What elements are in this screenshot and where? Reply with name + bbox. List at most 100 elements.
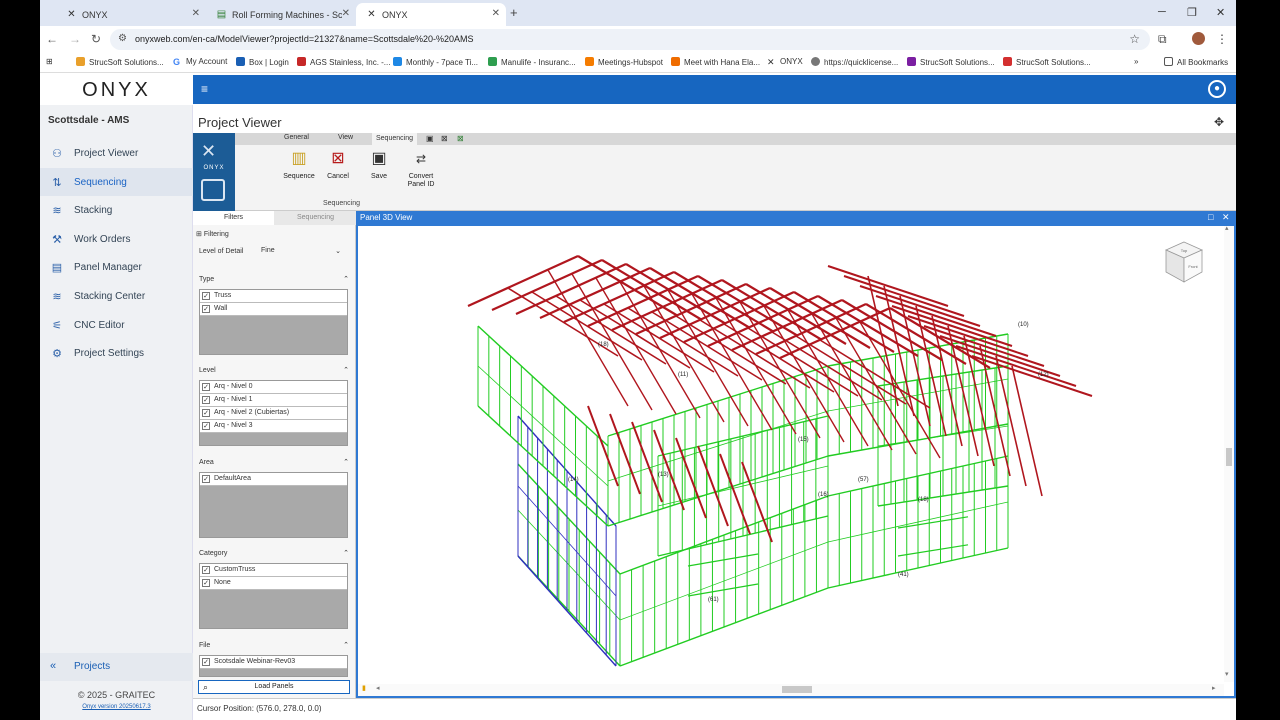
list-item[interactable]: ✓ Arq - Nivel 1 — [200, 394, 347, 407]
bookmark-item[interactable]: StrucSoft Solutions... — [1003, 57, 1091, 67]
ribbon-tab-sequencing[interactable]: Sequencing — [372, 133, 417, 145]
section-type[interactable]: Type ⌃ — [199, 276, 349, 283]
sidebar-item-stacking-center[interactable]: ≋ Stacking Center — [40, 282, 193, 310]
forward-icon[interactable]: → — [69, 32, 81, 46]
bookmark-item[interactable]: ✕ ONYX — [767, 57, 803, 67]
profile-avatar[interactable] — [1192, 32, 1205, 45]
maximize-icon[interactable]: □ — [1208, 212, 1213, 222]
bookmark-item[interactable]: StrucSoft Solutions... — [907, 57, 995, 67]
quick-export-icon[interactable]: ⊠ — [457, 134, 464, 143]
list-item[interactable]: ✓ Arq - Nivel 0 — [200, 381, 347, 394]
section-category[interactable]: Category ⌃ — [199, 550, 349, 557]
bookmark-item[interactable]: Manulife - Insuranc... — [488, 57, 576, 67]
checkbox[interactable]: ✓ — [202, 396, 210, 404]
bookmark-item[interactable]: AGS Stainless, Inc. -... — [297, 57, 390, 67]
checkbox[interactable]: ✓ — [202, 422, 210, 430]
scroll-thumb[interactable] — [1226, 448, 1232, 466]
checkbox[interactable]: ✓ — [202, 579, 210, 587]
user-account-icon[interactable]: ● — [1208, 80, 1226, 98]
bookmark-item[interactable]: G My Account — [173, 57, 227, 67]
apps-grid-icon[interactable]: ⊞ — [46, 57, 53, 66]
version-link[interactable]: Onyx version 20250617.3 — [40, 704, 193, 710]
list-item[interactable]: ✓ Arq - Nivel 2 (Cubiertas) — [200, 407, 347, 420]
checkbox[interactable]: ✓ — [202, 305, 210, 313]
sidebar-item-project-settings[interactable]: ⚙ Project Settings — [40, 339, 193, 367]
sequence-button[interactable]: ▥ Sequence — [281, 149, 317, 180]
reload-icon[interactable]: ↻ — [91, 32, 101, 46]
extensions-icon[interactable]: ⧉ — [1158, 32, 1167, 47]
ribbon-tab-view[interactable]: View — [338, 134, 353, 141]
tab-sequencing[interactable]: Sequencing — [275, 211, 356, 225]
bookmark-item[interactable]: Meetings-Hubspot — [585, 57, 663, 67]
projects-link[interactable]: « Projects — [40, 653, 193, 681]
checkbox[interactable]: ✓ — [202, 292, 210, 300]
vertical-scrollbar[interactable]: ▴ ▾ — [1224, 226, 1234, 682]
convert-panel-id-button[interactable]: ⇄ Convert Panel ID — [401, 149, 441, 189]
sidebar-item-stacking[interactable]: ≋ Stacking — [40, 196, 193, 224]
new-tab-icon[interactable]: + — [510, 5, 518, 20]
ribbon-tab-general[interactable]: General — [284, 134, 309, 141]
section-level[interactable]: Level ⌃ — [199, 367, 349, 374]
bookmark-item[interactable]: Monthly - 7pace Ti... — [393, 57, 478, 67]
lod-select[interactable]: Fine ⌄ — [255, 247, 345, 258]
list-item[interactable]: ✓ DefaultArea — [200, 473, 347, 486]
load-panels-button[interactable]: ⌕ Load Panels — [198, 680, 350, 694]
bookmark-item[interactable]: https://quicklicense... — [811, 57, 898, 67]
close-window-icon[interactable]: ✕ — [1216, 6, 1225, 19]
sidebar-item-cnc-editor[interactable]: ⚟ CNC Editor — [40, 311, 193, 339]
site-info-icon[interactable]: ⚙ — [118, 33, 127, 44]
scroll-down-icon[interactable]: ▾ — [1225, 670, 1229, 678]
view-cube[interactable]: Top Front — [1164, 240, 1204, 284]
menu-kebab-icon[interactable]: ⋮ — [1216, 32, 1228, 46]
sidebar-item-project-viewer[interactable]: ⚇ Project Viewer — [40, 139, 193, 167]
hamburger-menu-icon[interactable]: ≡ — [201, 82, 208, 96]
bookmark-item[interactable]: Meet with Hana Ela... — [671, 57, 760, 67]
list-item[interactable]: ✓ Scotsdale Webinar-Rev03 — [200, 656, 347, 669]
onyx-logo[interactable]: ONYX — [40, 75, 193, 105]
sidebar-item-work-orders[interactable]: ⚒ Work Orders — [40, 225, 193, 253]
url-bar[interactable]: ⚙ onyxweb.com/en-ca/ModelViewer?projectI… — [110, 29, 1150, 50]
quick-save-icon[interactable]: ▣ — [426, 134, 434, 143]
cancel-button[interactable]: ⊠ Cancel — [323, 149, 353, 180]
close-icon[interactable]: ✕ — [492, 8, 500, 19]
minimize-icon[interactable]: ─ — [1158, 6, 1166, 18]
browser-tab-onyx-1[interactable]: ✕ ONYX ✕ — [56, 3, 206, 26]
sidebar-item-sequencing[interactable]: ⇅ Sequencing — [40, 168, 193, 196]
checkbox[interactable]: ✓ — [202, 383, 210, 391]
horizontal-scrollbar[interactable]: ▮ ◂ ▸ — [358, 684, 1224, 696]
checkbox[interactable]: ✓ — [202, 566, 210, 574]
scroll-up-icon[interactable]: ▴ — [1225, 226, 1229, 232]
move-arrows-icon[interactable]: ✥ — [1214, 115, 1224, 129]
list-item[interactable]: ✓ Truss — [200, 290, 347, 303]
scroll-right-icon[interactable]: ▸ — [1212, 684, 1216, 692]
back-icon[interactable]: ← — [46, 32, 58, 46]
scroll-left-icon[interactable]: ◂ — [376, 684, 380, 692]
close-icon[interactable]: ✕ — [342, 8, 350, 19]
bookmark-item[interactable]: StrucSoft Solutions... — [76, 57, 164, 67]
list-item[interactable]: ✓ CustomTruss — [200, 564, 347, 577]
more-bookmarks-icon[interactable]: » — [1134, 57, 1138, 66]
checkbox[interactable]: ✓ — [202, 658, 210, 666]
bookmark-item[interactable]: Box | Login — [236, 57, 289, 67]
list-item[interactable]: ✓ None — [200, 577, 347, 590]
checkbox[interactable]: ✓ — [202, 475, 210, 483]
section-area[interactable]: Area ⌃ — [199, 459, 349, 466]
sidebar-item-panel-manager[interactable]: ▤ Panel Manager — [40, 253, 193, 281]
checkbox[interactable]: ✓ — [202, 409, 210, 417]
browser-tab-roll-forming[interactable]: ▤ Roll Forming Machines - Scotts ✕ — [206, 3, 356, 26]
restore-icon[interactable]: ❐ — [1187, 6, 1197, 19]
list-item[interactable]: ✓ Arq - Nivel 3 — [200, 420, 347, 433]
close-icon[interactable]: ✕ — [1222, 212, 1230, 223]
bookmark-star-icon[interactable]: ☆ — [1129, 32, 1140, 46]
app-menu-icon[interactable] — [201, 179, 225, 201]
tab-filters[interactable]: Filters — [193, 211, 274, 225]
list-item[interactable]: ✓ Wall — [200, 303, 347, 316]
close-icon[interactable]: ✕ — [192, 8, 200, 19]
panel-3d-viewport[interactable]: (14) (13) (15) (16) (57) (18) (10) (12) (61) (41)… — [356, 226, 1236, 698]
section-file[interactable]: File ⌃ — [199, 642, 349, 649]
building-3d-model[interactable]: (14) (13) (15) (16) (57) (18) (10) (12) (61) (41)… — [358, 226, 1224, 682]
browser-tab-onyx-active[interactable]: ✕ ONYX ✕ — [356, 3, 506, 26]
save-button[interactable]: ▣ Save — [365, 149, 393, 180]
scroll-thumb[interactable] — [782, 686, 812, 693]
all-bookmarks[interactable]: All Bookmarks — [1164, 57, 1228, 67]
